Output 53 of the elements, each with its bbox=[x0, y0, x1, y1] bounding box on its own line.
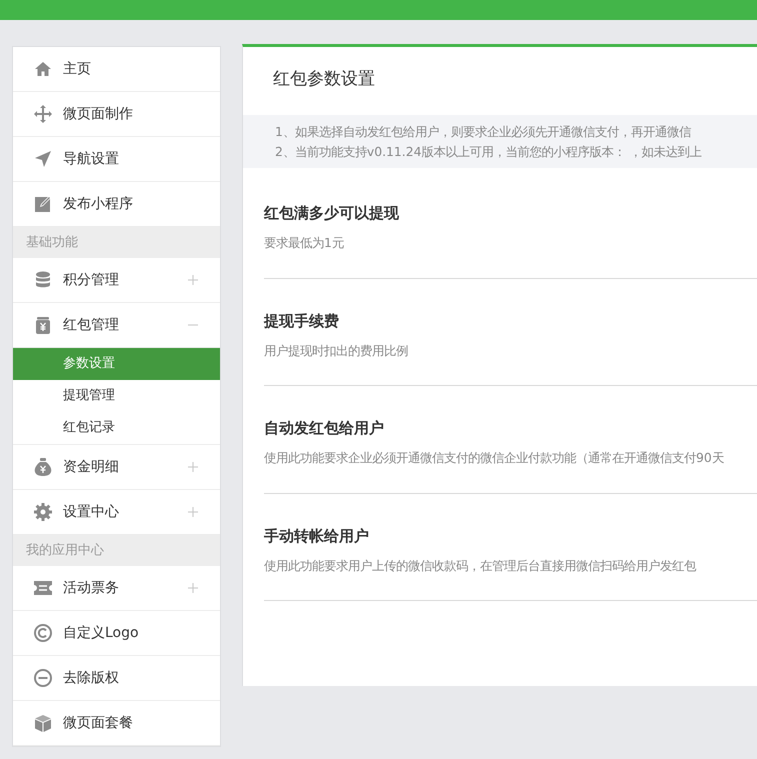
setting-title: 手动转帐给用户 bbox=[264, 526, 369, 545]
expand-icon[interactable] bbox=[186, 461, 200, 473]
sidebar-item-label: 设置中心 bbox=[63, 502, 120, 522]
sidebar-item[interactable]: 去除版权 bbox=[13, 656, 220, 701]
expand-icon[interactable] bbox=[186, 274, 200, 286]
sidebar-item[interactable]: 导航设置 bbox=[13, 137, 220, 182]
minus-circle-icon bbox=[33, 668, 53, 688]
setting-description: 要求最低为1元 bbox=[264, 235, 344, 250]
cube-icon bbox=[33, 713, 53, 733]
sidebar-item[interactable]: 积分管理 bbox=[13, 258, 220, 303]
submenu-item[interactable]: 提现管理 bbox=[13, 380, 220, 412]
settings-icon bbox=[33, 502, 53, 522]
sidebar-item[interactable]: 自定义Logo bbox=[13, 611, 220, 656]
sidebar-item[interactable]: 微页面制作 bbox=[13, 92, 220, 137]
move-icon bbox=[33, 104, 53, 124]
panel-title: 红包参数设置 bbox=[272, 68, 376, 91]
notice-text: 2、当前功能支持v0.11.24版本以上可用，当前您的小程序版本： ，如未达到上 bbox=[275, 144, 702, 159]
section-header: 我的应用中心 bbox=[13, 535, 220, 566]
sidebar-item[interactable]: 微页面套餐 bbox=[13, 701, 220, 746]
submenu-item[interactable]: 红包记录 bbox=[13, 412, 220, 444]
setting-title: 红包满多少可以提现 bbox=[264, 204, 399, 222]
sidebar-item[interactable]: 资金明细 bbox=[13, 445, 220, 490]
edit-icon bbox=[33, 194, 53, 214]
setting-description: 使用此功能要求企业必须开通微信支付的微信企业付款功能（通常在开通微信支付90天 bbox=[264, 450, 724, 466]
copyright-icon bbox=[33, 623, 53, 643]
ticket-icon bbox=[33, 578, 53, 598]
money-bag-icon bbox=[33, 457, 53, 477]
sidebar-item-label: 微页面制作 bbox=[63, 104, 134, 124]
sidebar-item-label: 发布小程序 bbox=[63, 194, 134, 214]
home-icon bbox=[33, 59, 53, 79]
sidebar-item[interactable]: 活动票务 bbox=[13, 566, 220, 611]
setting-title: 提现手续费 bbox=[264, 312, 339, 330]
setting-title: 自动发红包给用户 bbox=[264, 419, 384, 438]
sidebar-item-label: 导航设置 bbox=[63, 150, 120, 168]
sidebar-item-label: 积分管理 bbox=[63, 270, 120, 290]
sidebar-item-label: 红包管理 bbox=[63, 316, 120, 334]
notice-text: 1、如果选择自动发红包给用户，则要求企业必须先开通微信支付，再开通微信 bbox=[275, 124, 691, 139]
sidebar-item[interactable]: 主页 bbox=[13, 47, 220, 92]
expand-icon[interactable] bbox=[186, 582, 200, 594]
sidebar-item-label: 资金明细 bbox=[63, 458, 120, 476]
sidebar-item-label: 自定义Logo bbox=[63, 624, 140, 642]
setting-description: 用户提现时扣出的费用比例 bbox=[264, 342, 408, 358]
submenu-item[interactable]: 参数设置 bbox=[13, 348, 220, 380]
jar-icon bbox=[33, 315, 53, 335]
navigation-arrow-icon bbox=[33, 149, 53, 169]
sidebar-item-label: 去除版权 bbox=[63, 668, 120, 688]
database-icon bbox=[33, 270, 53, 290]
sidebar-item-label: 微页面套餐 bbox=[63, 714, 134, 732]
sidebar-item-label: 主页 bbox=[63, 60, 92, 78]
expand-icon[interactable] bbox=[186, 506, 200, 518]
section-header: 基础功能 bbox=[13, 227, 220, 258]
sidebar-item-label: 活动票务 bbox=[63, 578, 120, 598]
setting-description: 使用此功能要求用户上传的微信收款码，在管理后台直接用微信扫码给用户发红包 bbox=[264, 558, 696, 573]
